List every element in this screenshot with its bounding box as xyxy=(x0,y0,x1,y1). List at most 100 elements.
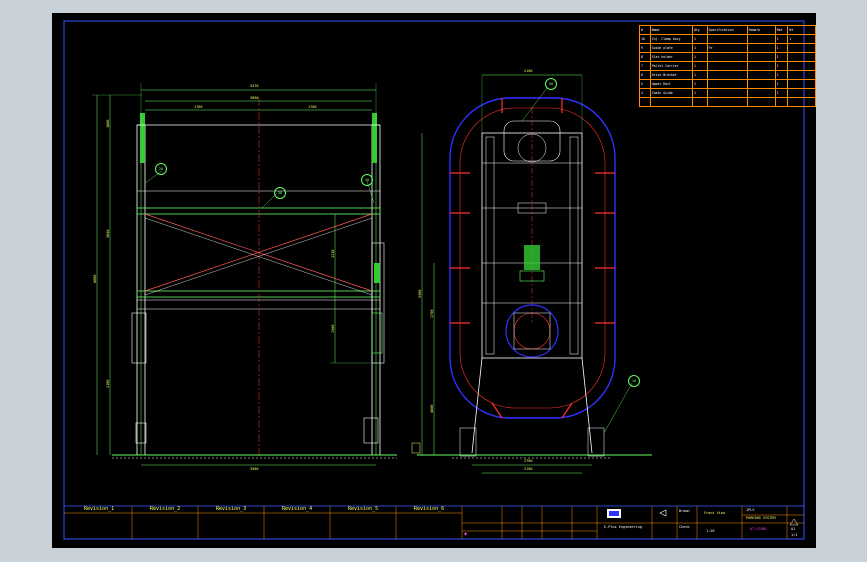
bom-cell xyxy=(787,61,816,71)
table-row: 5 Upper Rail 1 1 xyxy=(639,79,816,89)
bom-cell: 1 xyxy=(787,34,816,44)
bom-cell: 1 xyxy=(774,52,789,62)
bom-cell: 1 xyxy=(774,34,789,44)
table-row: 6 Drive Bracket 1 1 xyxy=(639,70,816,80)
drawing-title: Front View xyxy=(704,511,726,515)
bom-header-cell: Specification xyxy=(706,25,748,35)
bom-cell xyxy=(746,43,776,53)
table-row: 9 Guide plate 1 Fe 1 xyxy=(639,43,816,53)
dim-side-bottom-1: 2700 xyxy=(524,459,533,463)
scale-value: 1:20 xyxy=(706,529,715,533)
bom-cell: 1 xyxy=(774,79,789,89)
side-view xyxy=(417,74,652,474)
bom-cell xyxy=(746,61,776,71)
dim-front-right-half: 1760 xyxy=(308,105,317,109)
bom-cell: 6 xyxy=(639,70,651,80)
drawing-number: 1PLS xyxy=(746,508,755,512)
bom-cell xyxy=(787,52,816,62)
bom-cell: 1 xyxy=(774,43,789,53)
drawing-viewport[interactable]: # Name Qty Specification Remark Mat Wt 1… xyxy=(52,13,816,548)
bom-header-cell: Qty xyxy=(691,25,708,35)
bom-cell: 1 xyxy=(691,61,708,71)
bom-cell: Fe xyxy=(706,43,748,53)
bom-cell: Slat holder xyxy=(649,52,693,62)
bom-cell: 1 xyxy=(691,70,708,80)
dim-side-top: 2100 xyxy=(524,69,533,73)
bom-cell xyxy=(706,79,748,89)
bill-of-materials-table: # Name Qty Specification Remark Mat Wt 1… xyxy=(639,25,816,107)
table-row: 4 Chain Guide 1 1 xyxy=(639,88,816,98)
item-balloon: 10 xyxy=(628,375,640,387)
dim-side-height: 5300 xyxy=(418,289,422,298)
dim-front-left-low: 2100 xyxy=(106,379,110,388)
company-name: E-Plus Engineering xyxy=(604,525,642,529)
drawn-label: Drawn xyxy=(679,509,690,513)
bom-cell xyxy=(706,61,748,71)
bom-cell: 9 xyxy=(639,43,651,53)
bom-cell: 1 xyxy=(774,88,789,98)
bom-cell: 7 xyxy=(639,61,651,71)
bom-cell: 4 xyxy=(639,88,651,98)
dim-side-left: 4600 xyxy=(430,404,434,413)
dim-side-low: 1790 xyxy=(430,309,434,318)
check-label: Check xyxy=(679,525,690,529)
bom-cell: Guide plate xyxy=(649,43,693,53)
bom-cell xyxy=(706,52,748,62)
bom-cell xyxy=(746,70,776,80)
bom-cell: 1 xyxy=(691,34,708,44)
bom-header-cell: Name xyxy=(649,25,693,35)
bom-cell xyxy=(787,88,816,98)
revision-label: Revision_3 xyxy=(216,506,247,512)
dim-front-left-half: 1760 xyxy=(194,105,203,109)
drawing-code: AT-CF001 xyxy=(750,527,767,531)
revision-label: Revision_4 xyxy=(282,506,313,512)
bom-cell: 1 xyxy=(691,88,708,98)
bom-header-cell: Mat xyxy=(774,25,789,35)
bom-cell xyxy=(746,52,776,62)
bom-cell xyxy=(787,70,816,80)
sheet-count: 1/1 xyxy=(791,533,798,537)
bom-cell: Chain Guide xyxy=(649,88,693,98)
bom-cell xyxy=(787,79,816,89)
sheet-number: A1 xyxy=(791,527,796,531)
dim-front-right-low: 1300 xyxy=(331,324,335,333)
table-row xyxy=(639,97,816,107)
dim-front-right-mid: 1110 xyxy=(331,249,335,258)
dim-side-bottom-2: 2100 xyxy=(524,467,533,471)
bom-cell xyxy=(706,88,748,98)
dim-front-left-mid: 3040 xyxy=(106,229,110,238)
item-balloon: 40 xyxy=(361,174,373,186)
dim-front-left-upper: 1000 xyxy=(106,119,110,128)
bom-header-cell: Remark xyxy=(746,25,776,35)
bom-cell: 5 xyxy=(639,79,651,89)
dim-front-left-total: 6000 xyxy=(93,274,97,283)
item-balloon: 50 xyxy=(545,78,557,90)
table-row: 8 Slat holder 1 1 xyxy=(639,52,816,62)
bom-cell xyxy=(706,34,748,44)
bom-cell: 1 xyxy=(774,70,789,80)
item-balloon: 20 xyxy=(155,163,167,175)
bom-cell: 1 xyxy=(774,61,789,71)
project-name: PARKING SYSTEM xyxy=(746,516,776,520)
item-balloon: 30 xyxy=(274,187,286,199)
bom-cell: Inj. Clamp Assy xyxy=(649,34,693,44)
table-row: 10 Inj. Clamp Assy 1 1 1 xyxy=(639,34,816,44)
bom-cell xyxy=(746,88,776,98)
bom-cell: Upper Rail xyxy=(649,79,693,89)
revision-label: Revision_1 xyxy=(84,506,115,512)
bom-cell xyxy=(787,43,816,53)
dim-front-top-inner: 3090 xyxy=(250,96,259,100)
revision-label: Revision_2 xyxy=(150,506,181,512)
dim-front-bottom: 3500 xyxy=(250,467,259,471)
bom-cell xyxy=(706,70,748,80)
bom-cell: Pallet Carrier xyxy=(649,61,693,71)
bom-header-cell: Wt xyxy=(787,25,816,35)
front-view xyxy=(92,83,421,466)
bom-header-cell: # xyxy=(639,25,651,35)
table-row: 7 Pallet Carrier 1 1 xyxy=(639,61,816,71)
bom-cell: 1 xyxy=(691,43,708,53)
bom-cell: 1 xyxy=(691,52,708,62)
crosshair-cursor-icon: ✦ xyxy=(463,531,469,538)
revision-label: Revision_5 xyxy=(348,506,379,512)
bom-cell xyxy=(746,79,776,89)
